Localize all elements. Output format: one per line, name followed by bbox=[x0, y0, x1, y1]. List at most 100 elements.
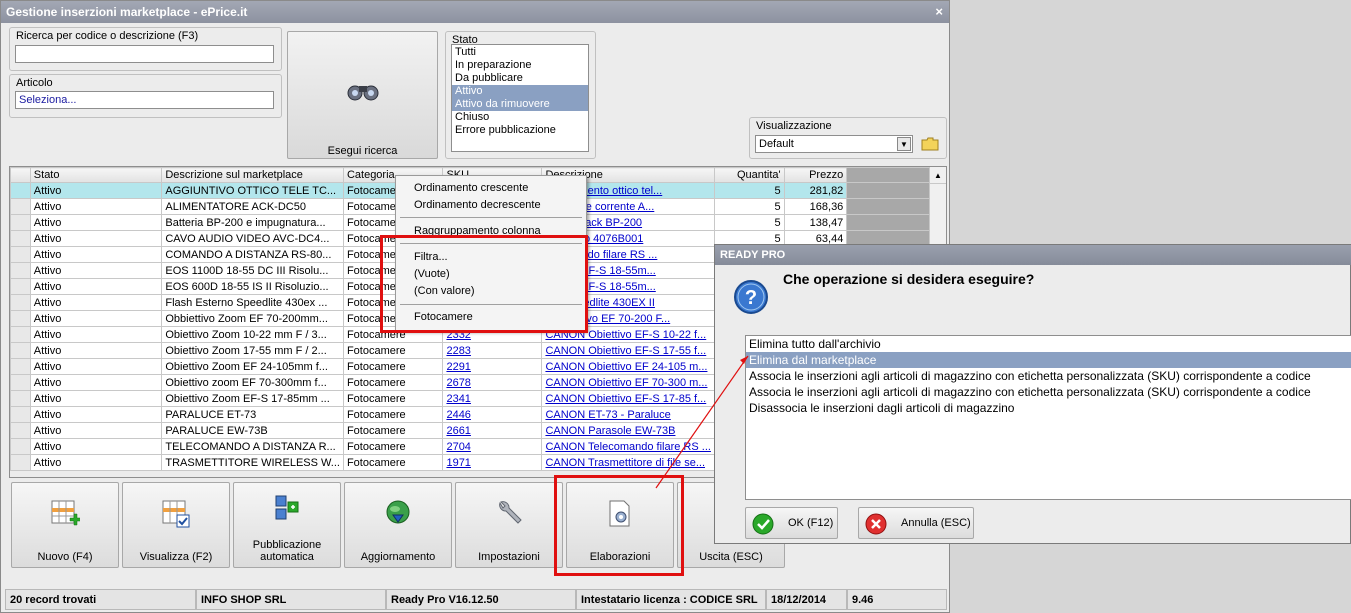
column-header[interactable]: Stato bbox=[29, 167, 163, 183]
dialog-option[interactable]: Associa le inserzioni agli articoli di m… bbox=[746, 368, 1351, 384]
table-cell: Attivo bbox=[29, 214, 163, 231]
table-cell[interactable]: CANON ET-73 - Paraluce bbox=[541, 406, 715, 423]
table-cell: PARALUCE ET-73 bbox=[161, 406, 344, 423]
table-cell[interactable]: 2678 bbox=[442, 374, 543, 391]
table-cell[interactable]: 1971 bbox=[442, 454, 543, 471]
row-indicator[interactable] bbox=[10, 294, 31, 311]
row-indicator[interactable] bbox=[10, 406, 31, 423]
dialog-option[interactable]: Disassocia le inserzioni dagli articoli … bbox=[746, 400, 1351, 416]
column-header[interactable]: Quantita' bbox=[713, 167, 785, 183]
dialog-option-selected[interactable]: Elimina dal marketplace bbox=[746, 352, 1351, 368]
visualizza-button[interactable]: Visualizza (F2) bbox=[122, 482, 230, 568]
table-cell: Attivo bbox=[29, 278, 163, 295]
table-cell[interactable]: 2661 bbox=[442, 422, 543, 439]
cancel-button[interactable]: Annulla (ESC) bbox=[858, 507, 974, 539]
stato-item[interactable]: Tutti bbox=[455, 46, 585, 59]
articolo-field[interactable]: Seleziona... bbox=[15, 91, 274, 109]
esegui-ricerca-button[interactable]: Esegui ricerca bbox=[287, 31, 438, 159]
binoculars-icon bbox=[347, 85, 379, 101]
close-icon[interactable]: × bbox=[935, 1, 943, 23]
table-cell[interactable]: CANON Obiettivo EF-S 17-55 f... bbox=[541, 342, 715, 359]
table-cell[interactable]: 2291 bbox=[442, 358, 543, 375]
row-indicator[interactable] bbox=[10, 278, 31, 295]
stato-item[interactable]: In preparazione bbox=[455, 59, 585, 72]
dialog-question: Che operazione si desidera eseguire? bbox=[783, 271, 1035, 287]
stato-group: Stato Tutti In preparazione Da pubblicar… bbox=[445, 31, 596, 159]
search-label: Ricerca per codice o descrizione (F3) bbox=[16, 30, 199, 42]
view-grid-icon bbox=[162, 500, 190, 528]
row-indicator[interactable] bbox=[10, 422, 31, 439]
table-cell: Attivo bbox=[29, 230, 163, 247]
row-indicator[interactable] bbox=[10, 374, 31, 391]
table-cell[interactable]: 2341 bbox=[442, 390, 543, 407]
scroll-up-arrow[interactable]: ▲ bbox=[930, 167, 946, 184]
table-cell: Attivo bbox=[29, 390, 163, 407]
svg-text:?: ? bbox=[745, 287, 757, 309]
status-time: 9.46 bbox=[847, 589, 947, 610]
table-cell: Attivo bbox=[29, 358, 163, 375]
stato-item-selected[interactable]: Attivo bbox=[452, 85, 588, 98]
table-cell: Flash Esterno Speedlite 430ex ... bbox=[161, 294, 344, 311]
row-indicator[interactable] bbox=[10, 358, 31, 375]
row-indicator[interactable] bbox=[10, 390, 31, 407]
menu-item-sort-desc[interactable]: Ordinamento decrescente bbox=[414, 199, 541, 211]
stato-item[interactable]: Chiuso bbox=[455, 111, 585, 124]
table-cell: Attivo bbox=[29, 342, 163, 359]
table-cell[interactable]: 2446 bbox=[442, 406, 543, 423]
stato-item[interactable]: Da pubblicare bbox=[455, 72, 585, 85]
table-cell[interactable]: CANON Trasmettitore di file se... bbox=[541, 454, 715, 471]
table-cell: Obiettivo zoom EF 70-300mm f... bbox=[161, 374, 344, 391]
cancel-x-icon bbox=[865, 513, 887, 535]
table-cell[interactable]: CANON Obiettivo EF 24-105 m... bbox=[541, 358, 715, 375]
row-indicator[interactable] bbox=[10, 198, 31, 215]
visualizzazione-label: Visualizzazione bbox=[756, 120, 832, 132]
ok-label: OK (F12) bbox=[788, 517, 834, 529]
nuovo-button[interactable]: Nuovo (F4) bbox=[11, 482, 119, 568]
table-cell: 168,36 bbox=[783, 198, 848, 215]
visualizzazione-select[interactable]: Default ▼ bbox=[755, 135, 913, 153]
table-cell[interactable]: 2704 bbox=[442, 438, 543, 455]
stato-item[interactable]: Errore pubblicazione bbox=[455, 124, 585, 137]
row-indicator[interactable] bbox=[10, 182, 31, 199]
pubblicazione-automatica-button[interactable]: Pubblicazione automatica bbox=[233, 482, 341, 568]
row-indicator[interactable] bbox=[10, 262, 31, 279]
row-indicator[interactable] bbox=[10, 214, 31, 231]
table-cell[interactable]: CANON Obiettivo EF-S 17-85 f... bbox=[541, 390, 715, 407]
stato-item-selected[interactable]: Attivo da rimuovere bbox=[452, 98, 588, 111]
dialog-option[interactable]: Associa le inserzioni agli articoli di m… bbox=[746, 384, 1351, 400]
table-cell: Attivo bbox=[29, 262, 163, 279]
table-cell: Obiettivo Zoom EF-S 17-85mm ... bbox=[161, 390, 344, 407]
table-cell: COMANDO A DISTANZA RS-80... bbox=[161, 246, 344, 263]
search-input[interactable] bbox=[15, 45, 274, 63]
impostazioni-button[interactable]: Impostazioni bbox=[455, 482, 563, 568]
row-indicator[interactable] bbox=[10, 230, 31, 247]
dialog-option[interactable]: Elimina tutto dall'archivio bbox=[746, 336, 1351, 352]
check-icon bbox=[752, 513, 774, 535]
dialog-options-list[interactable]: Elimina tutto dall'archivio Elimina dal … bbox=[745, 335, 1351, 500]
menu-item-sort-asc[interactable]: Ordinamento crescente bbox=[414, 182, 528, 194]
table-cell[interactable]: CANON Obiettivo EF 70-300 m... bbox=[541, 374, 715, 391]
row-indicator[interactable] bbox=[10, 310, 31, 327]
row-indicator[interactable] bbox=[10, 326, 31, 343]
column-header[interactable]: Prezzo bbox=[783, 167, 848, 183]
table-cell: Attivo bbox=[29, 310, 163, 327]
pubblicazione-label-line2: automatica bbox=[260, 551, 314, 563]
column-header[interactable]: Descrizione sul marketplace bbox=[161, 167, 344, 183]
stato-listbox[interactable]: Tutti In preparazione Da pubblicare Atti… bbox=[451, 44, 589, 152]
table-cell[interactable]: 2283 bbox=[442, 342, 543, 359]
row-indicator[interactable] bbox=[10, 246, 31, 263]
row-indicator[interactable] bbox=[10, 342, 31, 359]
aggiornamento-button[interactable]: Aggiornamento bbox=[344, 482, 452, 568]
table-cell: Attivo bbox=[29, 198, 163, 215]
table-cell: Fotocamere bbox=[342, 454, 444, 471]
row-indicator[interactable] bbox=[10, 454, 31, 471]
ok-button[interactable]: OK (F12) bbox=[745, 507, 838, 539]
chevron-down-icon[interactable]: ▼ bbox=[897, 137, 911, 151]
question-icon: ? bbox=[734, 280, 768, 314]
folder-icon[interactable] bbox=[921, 136, 939, 152]
table-cell: Obiettivo Zoom 17-55 mm F / 2... bbox=[161, 342, 344, 359]
row-indicator[interactable] bbox=[10, 438, 31, 455]
table-cell[interactable]: CANON Parasole EW-73B bbox=[541, 422, 715, 439]
table-cell[interactable]: CANON Telecomando filare RS ... bbox=[541, 438, 715, 455]
table-cell: TRASMETTITORE WIRELESS W... bbox=[161, 454, 344, 471]
